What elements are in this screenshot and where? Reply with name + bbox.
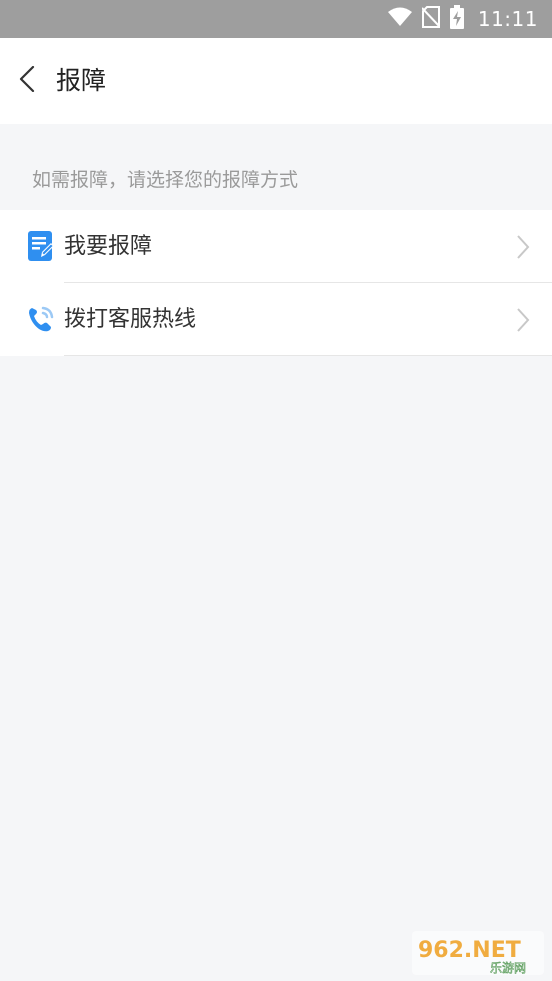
chevron-right-icon [516, 234, 530, 260]
status-icons: 11:11 [387, 0, 538, 38]
report-document-icon [26, 230, 56, 262]
chevron-left-icon [19, 65, 35, 96]
watermark-main: 962.NET [418, 938, 521, 963]
watermark-sub: 乐游网 [490, 961, 526, 975]
no-sim-icon [421, 6, 441, 32]
option-label: 拨打客服热线 [64, 307, 197, 332]
report-options-list: 我要报障 拨打客服热线 [0, 210, 552, 356]
page-title: 报障 [56, 66, 107, 95]
watermark-logo: 962.NET 乐游网 [412, 931, 544, 975]
chevron-right-icon [516, 307, 530, 333]
divider [64, 355, 552, 356]
status-bar: 11:11 [0, 0, 552, 38]
wifi-icon [387, 7, 412, 31]
option-call-hotline[interactable]: 拨打客服热线 [0, 283, 552, 356]
option-label: 我要报障 [64, 234, 153, 259]
status-time: 11:11 [477, 7, 538, 31]
battery-charging-icon [449, 5, 464, 33]
hint-text: 如需报障，请选择您的报障方式 [32, 169, 299, 191]
back-button[interactable] [12, 59, 42, 103]
header: 报障 [0, 38, 552, 124]
phone-call-icon [26, 303, 56, 335]
option-report-issue[interactable]: 我要报障 [0, 210, 552, 283]
